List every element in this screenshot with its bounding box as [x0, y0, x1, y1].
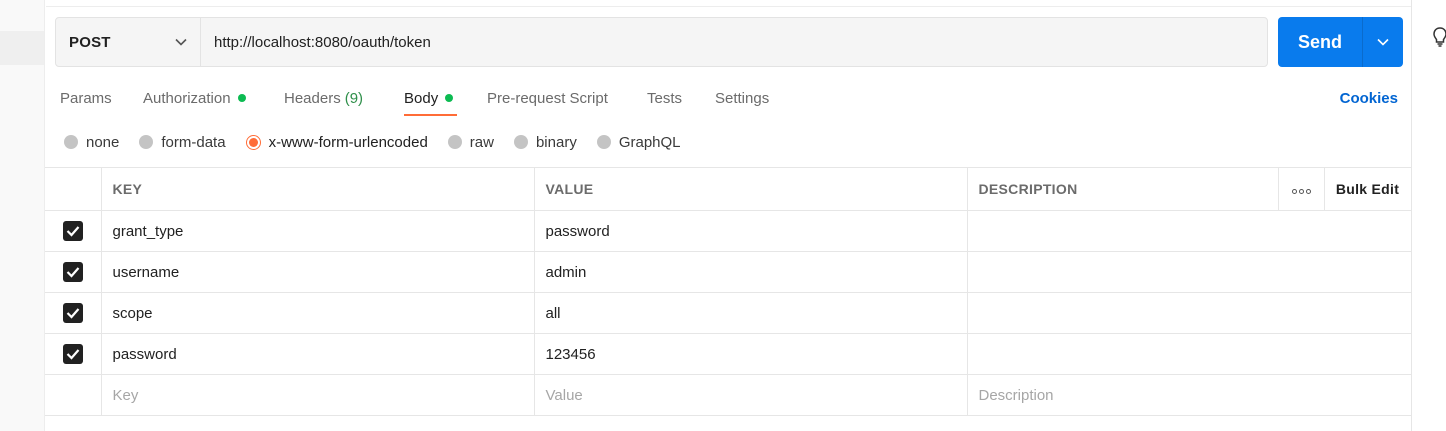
- tab-label: Params: [60, 89, 112, 107]
- active-tab-indicator: [404, 114, 457, 116]
- radio-circle: [513, 135, 528, 149]
- table-row: grant_type password: [45, 210, 1412, 252]
- radio-label: form-data: [161, 133, 226, 151]
- checkbox-checked-icon[interactable]: [62, 221, 83, 241]
- row-checkbox-cell: [45, 292, 102, 334]
- radio-none[interactable]: none: [64, 134, 119, 151]
- params-table: KEY VALUE DESCRIPTION Bulk Edit grant_ty…: [45, 167, 1412, 416]
- row-checkbox-cell: [45, 333, 102, 375]
- tab-authorization[interactable]: Authorization: [143, 80, 246, 116]
- status-dot: [445, 94, 454, 102]
- radio-label: x-www-form-urlencoded: [268, 133, 428, 151]
- tab-label: Pre-request Script: [487, 89, 608, 107]
- tab-label: Body: [404, 89, 439, 107]
- radio-label: GraphQL: [618, 133, 681, 151]
- radio-graphql[interactable]: GraphQL: [596, 133, 681, 151]
- row-description[interactable]: [966, 210, 1412, 252]
- checkbox-checked-icon[interactable]: [62, 344, 83, 364]
- request-tabs: Params Authorization Headers (9) Body Pr…: [46, 80, 1406, 118]
- row-value[interactable]: all: [533, 292, 968, 334]
- lightbulb-icon[interactable]: [1432, 26, 1446, 48]
- body-type-selector: none form-data x-www-form-urlencoded raw…: [64, 131, 701, 153]
- tab-body[interactable]: Body: [404, 80, 454, 116]
- radio-label: binary: [535, 133, 577, 151]
- more-options-button[interactable]: [1277, 167, 1325, 211]
- row-description[interactable]: [966, 251, 1412, 293]
- bulk-edit-button[interactable]: Bulk Edit: [1323, 167, 1412, 211]
- header-key: KEY: [100, 167, 535, 211]
- url-bar: POST: [55, 17, 1268, 67]
- value-placeholder[interactable]: Value: [533, 374, 968, 416]
- tab-label: Headers: [284, 89, 341, 107]
- checkbox-checked-icon[interactable]: [62, 262, 83, 282]
- cookies-link[interactable]: Cookies: [1340, 80, 1398, 116]
- tab-settings[interactable]: Settings: [715, 80, 769, 116]
- radio-circle: [596, 135, 611, 149]
- radio-circle: [139, 135, 154, 149]
- more-dots-icon: [1291, 189, 1311, 194]
- radio-label: none: [86, 133, 120, 151]
- table-row: password 123456: [45, 333, 1412, 375]
- row-checkbox-cell: [45, 374, 102, 416]
- send-button[interactable]: Send: [1278, 17, 1362, 67]
- send-options-button[interactable]: [1362, 17, 1403, 67]
- header-cell: [45, 167, 102, 211]
- sidebar-selected-item[interactable]: [0, 31, 44, 65]
- right-sidebar-edge: [1411, 0, 1446, 431]
- radio-label: raw: [469, 133, 494, 151]
- row-value[interactable]: admin: [533, 251, 968, 293]
- chevron-down-icon: [1377, 38, 1389, 46]
- tab-label: Settings: [715, 89, 770, 107]
- tab-tests[interactable]: Tests: [647, 80, 682, 116]
- row-key[interactable]: username: [100, 251, 535, 293]
- header-value: VALUE: [533, 167, 968, 211]
- tab-headers[interactable]: Headers (9): [284, 80, 363, 116]
- row-checkbox-cell: [45, 210, 102, 252]
- row-value[interactable]: password: [533, 210, 968, 252]
- radio-x-www-form-urlencoded[interactable]: x-www-form-urlencoded: [245, 133, 428, 151]
- key-placeholder[interactable]: Key: [100, 374, 535, 416]
- tab-params[interactable]: Params: [60, 80, 112, 116]
- row-key[interactable]: password: [100, 333, 535, 375]
- chevron-down-icon: [175, 38, 187, 46]
- row-checkbox-cell: [45, 251, 102, 293]
- divider: [46, 6, 1411, 7]
- send-group: Send: [1278, 17, 1403, 67]
- table-header-row: KEY VALUE DESCRIPTION Bulk Edit: [45, 167, 1412, 211]
- tab-pre-request-script[interactable]: Pre-request Script: [487, 80, 608, 116]
- tab-label: Tests: [647, 89, 683, 107]
- method-label: POST: [69, 33, 111, 51]
- status-dot: [237, 94, 246, 102]
- radio-binary[interactable]: binary: [513, 133, 577, 151]
- radio-circle: [64, 135, 78, 149]
- checkbox-checked-icon[interactable]: [62, 303, 83, 323]
- left-sidebar-edge: [0, 0, 45, 431]
- table-row: username admin: [45, 251, 1412, 293]
- method-select[interactable]: POST: [56, 18, 201, 66]
- row-description[interactable]: [966, 292, 1412, 334]
- radio-circle: [245, 134, 261, 150]
- description-placeholder[interactable]: Description: [966, 374, 1412, 416]
- row-key[interactable]: grant_type: [100, 210, 535, 252]
- header-description: DESCRIPTION: [966, 167, 1279, 211]
- url-input[interactable]: [201, 18, 1267, 66]
- tab-label: Authorization: [143, 89, 231, 107]
- headers-count: (9): [344, 89, 364, 107]
- radio-circle: [447, 135, 462, 149]
- radio-raw[interactable]: raw: [447, 133, 494, 151]
- row-key[interactable]: scope: [100, 292, 535, 334]
- radio-form-data[interactable]: form-data: [139, 133, 226, 151]
- table-row-new: Key Value Description: [45, 374, 1412, 416]
- table-row: scope all: [45, 292, 1412, 334]
- row-description[interactable]: [966, 333, 1412, 375]
- row-value[interactable]: 123456: [533, 333, 968, 375]
